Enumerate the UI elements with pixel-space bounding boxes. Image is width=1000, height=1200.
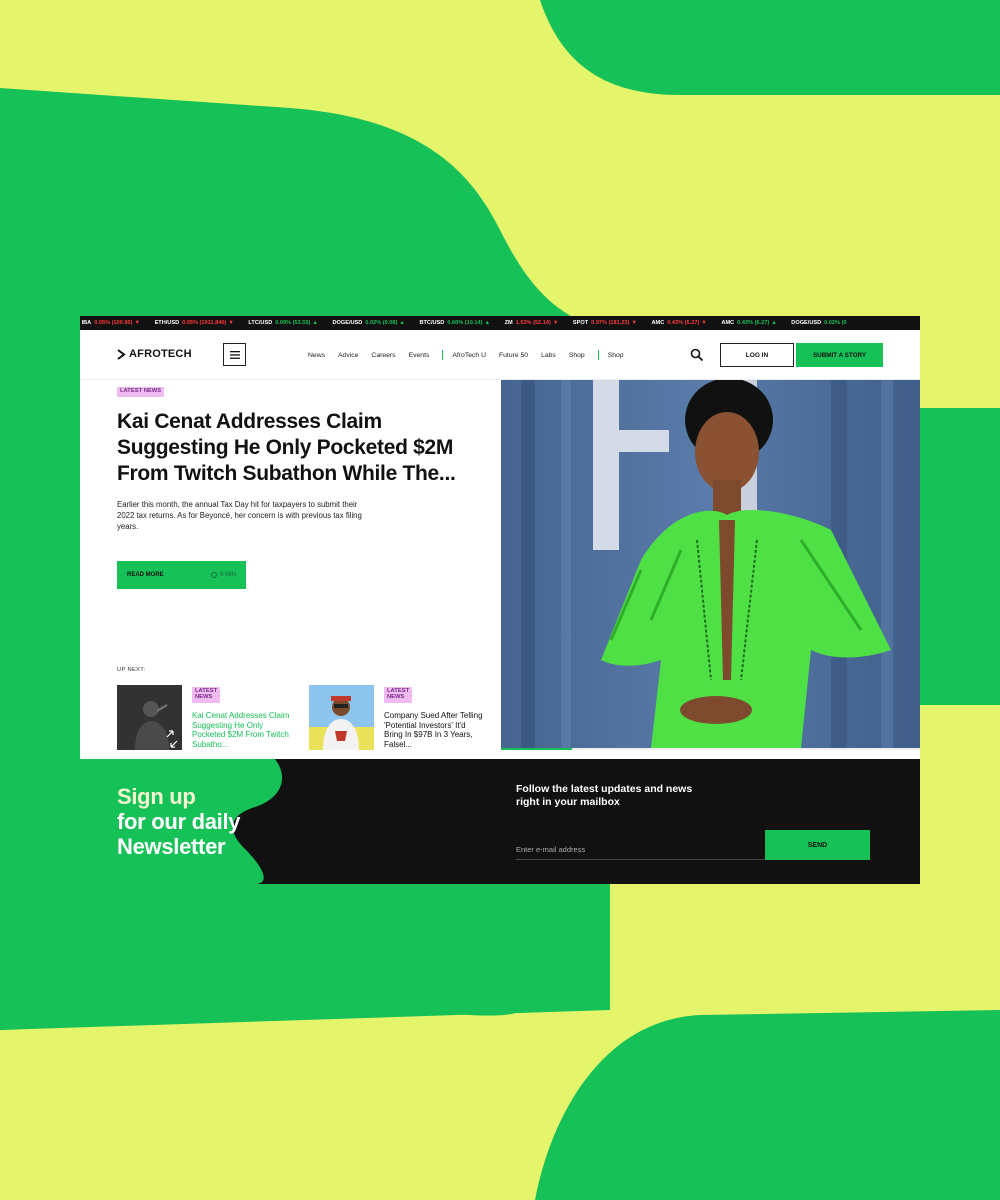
nav-link-careers[interactable]: Careers — [371, 352, 395, 359]
ticker-item[interactable]: LTC/USD 0.09% (53.55) ▲ — [248, 316, 318, 330]
nav-links: News Advice Careers Events AfroTech U Fu… — [308, 350, 637, 360]
website-screenshot: IBA 0.05% (100.90) ▼ ETH/USD 0.05% (1911.84… — [80, 316, 920, 884]
up-arrow-icon: ▲ — [771, 320, 777, 326]
down-arrow-icon: ▼ — [631, 320, 637, 326]
newsletter-heading-line3: Newsletter — [117, 834, 226, 859]
search-icon[interactable] — [690, 348, 704, 362]
nav-link-future-50[interactable]: Future 50 — [499, 352, 528, 359]
card-title[interactable]: Company Sued After Telling 'Potential In… — [384, 711, 486, 749]
up-arrow-icon: ▲ — [484, 320, 491, 326]
nav-link-shop[interactable]: Shop — [569, 352, 585, 359]
latest-news-badge[interactable]: LATEST NEWS — [192, 687, 221, 703]
hero-slide-progress — [501, 748, 920, 750]
nav-divider — [442, 350, 444, 360]
ticker-item[interactable]: IBA 0.05% (100.90) ▼ — [82, 316, 140, 330]
nav-link-shop-2[interactable]: Shop — [608, 352, 624, 359]
ticker-item[interactable]: ETH/USD 0.05% (1911.840) ▼ — [155, 316, 234, 330]
ticker-item[interactable]: SPOT 0.97% (181.23) ▼ — [573, 316, 637, 330]
nav-link-labs[interactable]: Labs — [541, 352, 556, 359]
read-more-label: READ MORE — [127, 572, 164, 578]
read-time: 6 MIN — [210, 572, 236, 578]
email-field[interactable] — [516, 840, 764, 860]
nav-link-afrotech-u[interactable]: AfroTech U — [452, 352, 486, 359]
top-navigation: AFROTECH News Advice Careers Events Afro… — [80, 330, 920, 380]
newsletter-heading-line1: Sign up — [117, 784, 196, 809]
hamburger-icon — [229, 350, 240, 359]
celebrity-photo — [501, 380, 920, 748]
newsletter-subtext: Follow the latest updates and news right… — [516, 783, 693, 808]
up-arrow-icon: ▲ — [399, 320, 405, 326]
card-thumbnail[interactable] — [117, 685, 182, 750]
hamburger-menu-button[interactable] — [223, 343, 246, 366]
newsletter-section: Sign up for our daily Newsletter Follow … — [80, 759, 920, 884]
send-button[interactable]: SEND — [765, 830, 870, 860]
ticker-item[interactable]: ZM 1.53% (52.14) ▼ — [505, 316, 559, 330]
nav-link-news[interactable]: News — [308, 352, 325, 359]
nav-link-events[interactable]: Events — [409, 352, 430, 359]
card-title[interactable]: Kai Cenat Addresses Claim Suggesting He … — [192, 711, 294, 749]
card-thumbnail[interactable] — [309, 685, 374, 750]
latest-news-badge[interactable]: LATEST NEWS — [384, 687, 413, 703]
crypto-stock-ticker: IBA 0.05% (100.90) ▼ ETH/USD 0.05% (1911.84… — [80, 316, 920, 330]
musician-photo — [309, 685, 374, 750]
ticker-item[interactable]: DOGE/USD 0.02% (0.08) ▲ — [332, 316, 404, 330]
clock-icon — [210, 572, 217, 578]
hero-headline[interactable]: Kai Cenat Addresses Claim Suggesting He … — [117, 409, 487, 487]
down-arrow-icon: ▼ — [228, 320, 234, 326]
ticker-item[interactable]: DOGE/USD 0.02% (0 — [791, 316, 846, 330]
nav-link-advice[interactable]: Advice — [338, 352, 358, 359]
newsletter-heading-line2: for our daily — [117, 809, 241, 834]
afrotech-logo[interactable]: AFROTECH — [117, 348, 192, 360]
chevron-right-icon — [117, 348, 126, 360]
submit-story-button[interactable]: SUBMIT A STORY — [796, 343, 883, 367]
down-arrow-icon: ▼ — [552, 320, 559, 326]
login-button[interactable]: LOG IN — [720, 343, 794, 367]
up-next-label: UP NEXT: — [117, 667, 146, 673]
read-time-value: 6 MIN — [219, 572, 236, 578]
newsletter-heading: Sign up for our daily Newsletter — [117, 784, 241, 859]
nav-divider — [597, 350, 599, 360]
ticker-item[interactable]: AMC 0.43% (6.27) ▼ — [652, 316, 707, 330]
down-arrow-icon: ▼ — [134, 320, 140, 326]
progress-fill — [501, 748, 573, 750]
hero-excerpt: Earlier this month, the annual Tax Day h… — [117, 500, 362, 531]
read-more-button[interactable]: READ MORE 6 MIN — [117, 561, 246, 589]
down-arrow-icon: ▼ — [701, 320, 707, 326]
ticker-item[interactable]: BTC/USD 0.60% (10.14) ▲ — [419, 316, 490, 330]
ticker-item[interactable]: AMC 0.43% (6.27) ▲ — [721, 316, 776, 330]
performer-photo — [117, 685, 182, 750]
latest-news-badge[interactable]: LATEST NEWS — [117, 387, 165, 397]
hero-image[interactable] — [501, 380, 920, 748]
up-arrow-icon: ▲ — [312, 320, 318, 326]
